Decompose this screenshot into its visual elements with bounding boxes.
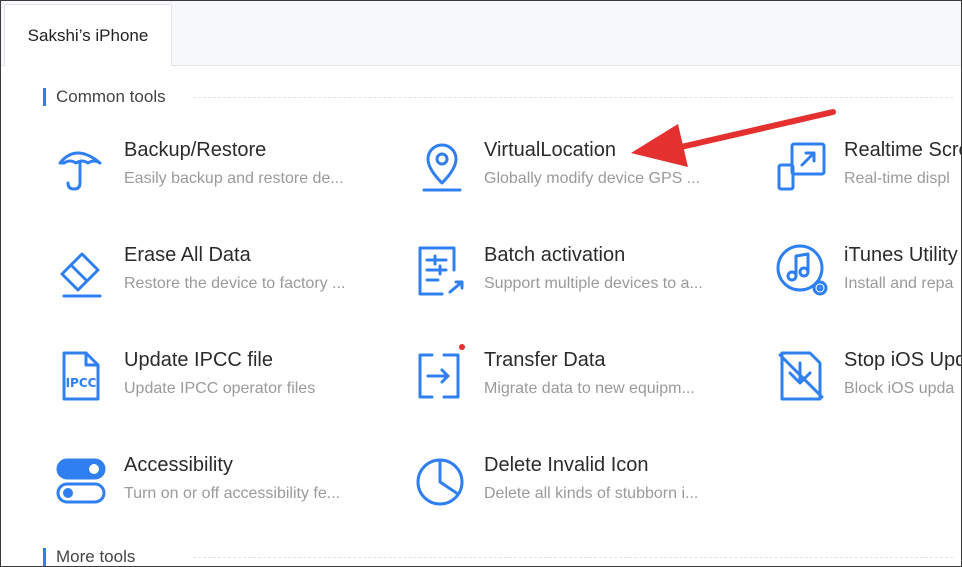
transfer-icon	[414, 344, 470, 405]
section-common-tools: Common tools	[43, 87, 953, 107]
tool-title: VirtualLocation	[484, 139, 616, 161]
tool-title: Erase All Data	[124, 244, 251, 266]
tool-desc: Globally modify device GPS ...	[484, 170, 701, 187]
tool-title: Update IPCC file	[124, 349, 273, 371]
tool-desc: Real-time displ	[844, 170, 950, 187]
tool-desc: Restore the device to factory ...	[124, 275, 346, 292]
music-note-icon	[774, 244, 830, 300]
tool-backup-restore[interactable]: Backup/Restore Easily backup and restore…	[54, 139, 384, 209]
pie-chart-icon	[414, 454, 470, 510]
tool-stop-ios-update[interactable]: Stop iOS Upd Block iOS upda	[774, 349, 962, 419]
section-marker	[43, 88, 46, 106]
tab-device[interactable]: Sakshi’s iPhone	[4, 4, 172, 66]
tool-erase-all-data[interactable]: Erase All Data Restore the device to fac…	[54, 244, 384, 314]
new-badge	[459, 344, 465, 350]
tool-title: Backup/Restore	[124, 139, 267, 161]
tool-title: Stop iOS Upd	[844, 349, 962, 371]
stop-update-icon	[774, 349, 830, 405]
tool-itunes-utility[interactable]: iTunes Utility Install and repa	[774, 244, 961, 314]
section-title: More tools	[56, 547, 136, 566]
eraser-icon	[54, 244, 110, 300]
tool-realtime-screen[interactable]: Realtime Scre Real-time displ	[774, 139, 962, 209]
tool-desc: Delete all kinds of stubborn i...	[484, 485, 699, 502]
tool-title: Accessibility	[124, 454, 233, 476]
tool-virtual-location[interactable]: VirtualLocation Globally modify device G…	[414, 139, 744, 209]
section-more-tools: More tools	[43, 547, 953, 566]
tool-title: Delete Invalid Icon	[484, 454, 649, 476]
tool-delete-invalid-icon[interactable]: Delete Invalid Icon Delete all kinds of …	[414, 454, 744, 524]
batch-activation-icon	[414, 244, 470, 300]
tool-desc: Update IPCC operator files	[124, 380, 316, 397]
ipcc-file-icon: IPCC	[54, 349, 110, 405]
section-marker	[43, 548, 46, 566]
section-divider	[193, 557, 953, 558]
tool-accessibility[interactable]: Accessibility Turn on or off accessibili…	[54, 454, 384, 524]
umbrella-icon	[54, 139, 110, 195]
section-title: Common tools	[56, 87, 166, 106]
tool-title: iTunes Utility	[844, 244, 958, 266]
app-window: Sakshi’s iPhone Common tools Backup/Rest…	[0, 0, 962, 567]
tool-desc: Easily backup and restore de...	[124, 170, 344, 187]
tool-desc: Install and repa	[844, 275, 954, 292]
ipcc-icon-label: IPCC	[66, 376, 97, 390]
tool-batch-activation[interactable]: Batch activation Support multiple device…	[414, 244, 744, 314]
tab-bar: Sakshi’s iPhone	[1, 1, 961, 66]
tool-title: Realtime Scre	[844, 139, 962, 161]
tool-title: Batch activation	[484, 244, 626, 266]
section-divider	[193, 97, 953, 98]
tool-transfer-data[interactable]: Transfer Data Migrate data to new equipm…	[414, 344, 744, 419]
screen-mirror-icon	[774, 139, 830, 195]
tool-desc: Support multiple devices to a...	[484, 275, 703, 292]
toggle-icon	[54, 454, 110, 510]
tool-desc: Block iOS upda	[844, 380, 955, 397]
tool-update-ipcc-file[interactable]: IPCC Update IPCC file Update IPCC operat…	[54, 349, 384, 419]
tool-title: Transfer Data	[484, 349, 606, 371]
tool-desc: Migrate data to new equipm...	[484, 380, 695, 397]
tab-device-label: Sakshi’s iPhone	[27, 25, 149, 45]
location-pin-icon	[414, 139, 470, 195]
tool-desc: Turn on or off accessibility fe...	[124, 485, 341, 502]
